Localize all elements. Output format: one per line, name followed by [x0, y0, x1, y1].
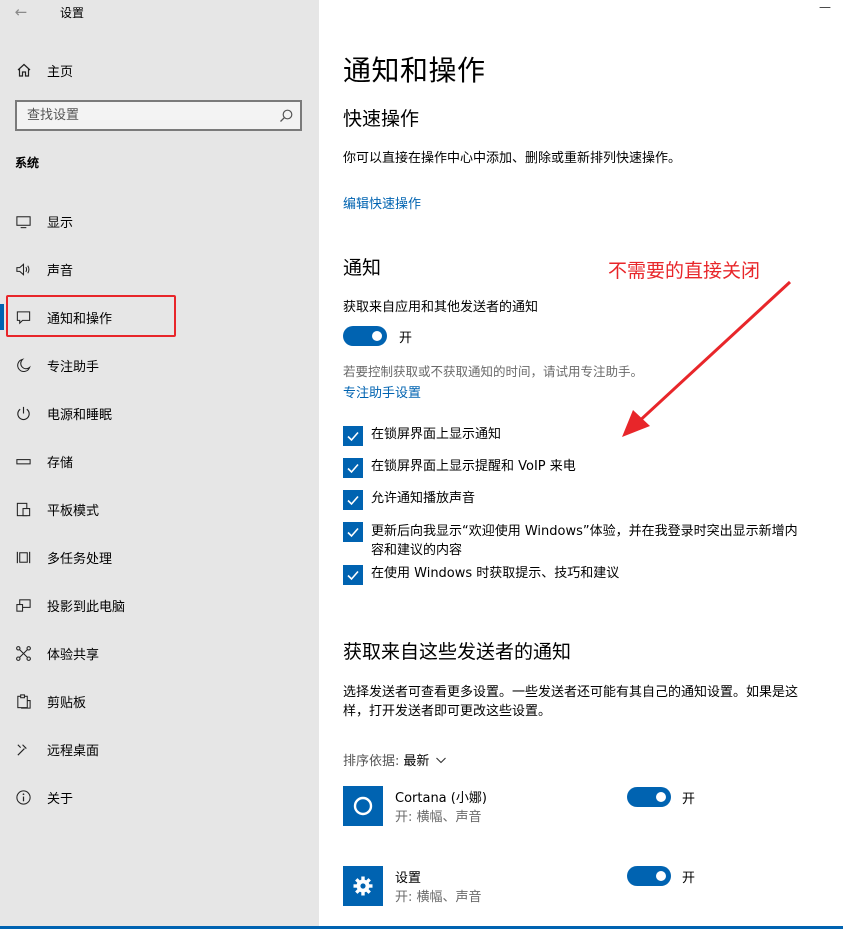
power-icon [14, 404, 32, 422]
multitask-icon [14, 548, 32, 566]
notifications-toggle-state: 开 [399, 331, 413, 346]
share-icon [14, 644, 32, 662]
cortana-app-button[interactable] [343, 786, 383, 826]
sidebar-item-label: 存储 [47, 455, 74, 471]
edit-quick-actions-link[interactable]: 编辑快速操作 [343, 193, 421, 212]
window-title: 设置 [60, 6, 85, 20]
sidebar-item-label: 远程桌面 [47, 743, 100, 759]
toggle-state: 开 [682, 792, 696, 807]
sidebar-item-label: 通知和操作 [47, 311, 113, 327]
focus-assist-hint: 若要控制获取或不获取通知的时间，请试用专注助手。 [343, 364, 644, 379]
search-box[interactable] [15, 100, 302, 131]
main-content: — 通知和操作 快速操作 你可以直接在操作中心中添加、删除或重新排列快速操作。 … [319, 0, 843, 929]
sidebar-item-project-to-pc[interactable]: 投影到此电脑 [0, 581, 319, 629]
clipboard-icon [14, 692, 32, 710]
sidebar: ← 设置 主页 系统 显示 声音 通知和操作 [0, 0, 319, 929]
checkbox-label: 在锁屏界面上显示通知 [371, 427, 502, 442]
sidebar-item-display[interactable]: 显示 [0, 197, 319, 245]
sidebar-item-about[interactable]: 关于 [0, 773, 319, 821]
app-detail: 开: 横幅、声音 [395, 890, 482, 905]
cortana-icon [353, 796, 373, 816]
search-input[interactable] [17, 102, 300, 129]
home-label: 主页 [47, 64, 74, 80]
checkmark-icon [347, 431, 359, 442]
sort-value: 最新 [403, 754, 430, 769]
info-icon [14, 788, 32, 806]
sidebar-item-label: 关于 [47, 791, 74, 807]
checkmark-icon [347, 527, 359, 538]
search-icon[interactable] [278, 108, 294, 124]
sidebar-item-label: 投影到此电脑 [47, 599, 126, 615]
display-icon [14, 212, 32, 230]
sidebar-item-label: 剪贴板 [47, 695, 87, 711]
sidebar-item-tablet-mode[interactable]: 平板模式 [0, 485, 319, 533]
speaker-icon [14, 260, 32, 278]
app-name: 设置 [395, 871, 422, 886]
senders-heading: 获取来自这些发送者的通知 [343, 641, 572, 663]
annotation-text: 不需要的直接关闭 [608, 260, 761, 282]
notification-icon [14, 308, 32, 326]
checkbox-label: 更新后向我显示“欢迎使用 Windows”体验，并在我登录时突出显示新增内容和建… [371, 524, 798, 558]
sidebar-item-storage[interactable]: 存储 [0, 437, 319, 485]
sidebar-item-label: 体验共享 [47, 647, 100, 663]
settings-notifications-toggle[interactable] [627, 866, 671, 886]
section-label-system: 系统 [15, 156, 40, 170]
sidebar-item-label: 显示 [47, 215, 74, 231]
checkbox-notification-sounds[interactable] [343, 490, 363, 510]
checkbox-label: 允许通知播放声音 [371, 491, 476, 506]
active-indicator [0, 304, 4, 330]
toggle-state: 开 [682, 871, 696, 886]
storage-icon [14, 452, 32, 470]
app-detail: 开: 横幅、声音 [395, 810, 482, 825]
checkmark-icon [347, 570, 359, 581]
checkbox-lockscreen-reminders-voip[interactable] [343, 458, 363, 478]
cortana-notifications-toggle[interactable] [627, 787, 671, 807]
sidebar-item-multitasking[interactable]: 多任务处理 [0, 533, 319, 581]
checkbox-label: 在使用 Windows 时获取提示、技巧和建议 [371, 566, 620, 581]
sidebar-item-label: 声音 [47, 263, 74, 279]
senders-description: 选择发送者可查看更多设置。一些发送者还可能有其自己的通知设置。如果是这样，打开发… [343, 685, 799, 719]
get-notifications-label: 获取来自应用和其他发送者的通知 [343, 300, 539, 315]
checkmark-icon [347, 463, 359, 474]
remote-desktop-icon [14, 740, 32, 758]
chevron-down-icon [436, 757, 447, 763]
checkmark-icon [347, 495, 359, 506]
checkbox-tips-tricks[interactable] [343, 565, 363, 585]
app-name: Cortana (小娜) [395, 791, 487, 806]
focus-assist-settings-link[interactable]: 专注助手设置 [343, 382, 421, 401]
sidebar-item-label: 多任务处理 [47, 551, 113, 567]
settings-gear-icon [353, 876, 373, 896]
sidebar-item-label: 平板模式 [47, 503, 100, 519]
sort-dropdown[interactable]: 排序依据: 最新 [343, 750, 447, 769]
back-arrow-icon[interactable]: ← [10, 2, 32, 22]
tablet-icon [14, 500, 32, 518]
sidebar-item-sound[interactable]: 声音 [0, 245, 319, 293]
checkbox-label: 在锁屏界面上显示提醒和 VoIP 来电 [371, 459, 576, 474]
sidebar-item-remote-desktop[interactable]: 远程桌面 [0, 725, 319, 773]
sidebar-item-label: 电源和睡眠 [47, 407, 113, 423]
quick-actions-heading: 快速操作 [343, 108, 420, 130]
sidebar-item-clipboard[interactable]: 剪贴板 [0, 677, 319, 725]
moon-icon [14, 356, 32, 374]
minimize-button[interactable]: — [819, 0, 831, 14]
home-icon [17, 63, 31, 77]
sort-key-label: 排序依据: [343, 754, 400, 769]
notifications-heading: 通知 [343, 257, 382, 279]
sidebar-item-focus-assist[interactable]: 专注助手 [0, 341, 319, 389]
sidebar-item-label: 专注助手 [47, 359, 100, 375]
sidebar-item-power-sleep[interactable]: 电源和睡眠 [0, 389, 319, 437]
home-nav-item[interactable]: 主页 [16, 60, 73, 80]
checkbox-lockscreen-notifications[interactable] [343, 426, 363, 446]
project-icon [14, 596, 32, 614]
sidebar-item-shared-experiences[interactable]: 体验共享 [0, 629, 319, 677]
quick-actions-description: 你可以直接在操作中心中添加、删除或重新排列快速操作。 [343, 151, 682, 166]
notifications-toggle[interactable] [343, 326, 387, 346]
sidebar-item-notifications[interactable]: 通知和操作 [0, 293, 319, 341]
settings-app-button[interactable] [343, 866, 383, 906]
checkbox-welcome-experience[interactable] [343, 522, 363, 542]
page-title: 通知和操作 [343, 54, 486, 87]
